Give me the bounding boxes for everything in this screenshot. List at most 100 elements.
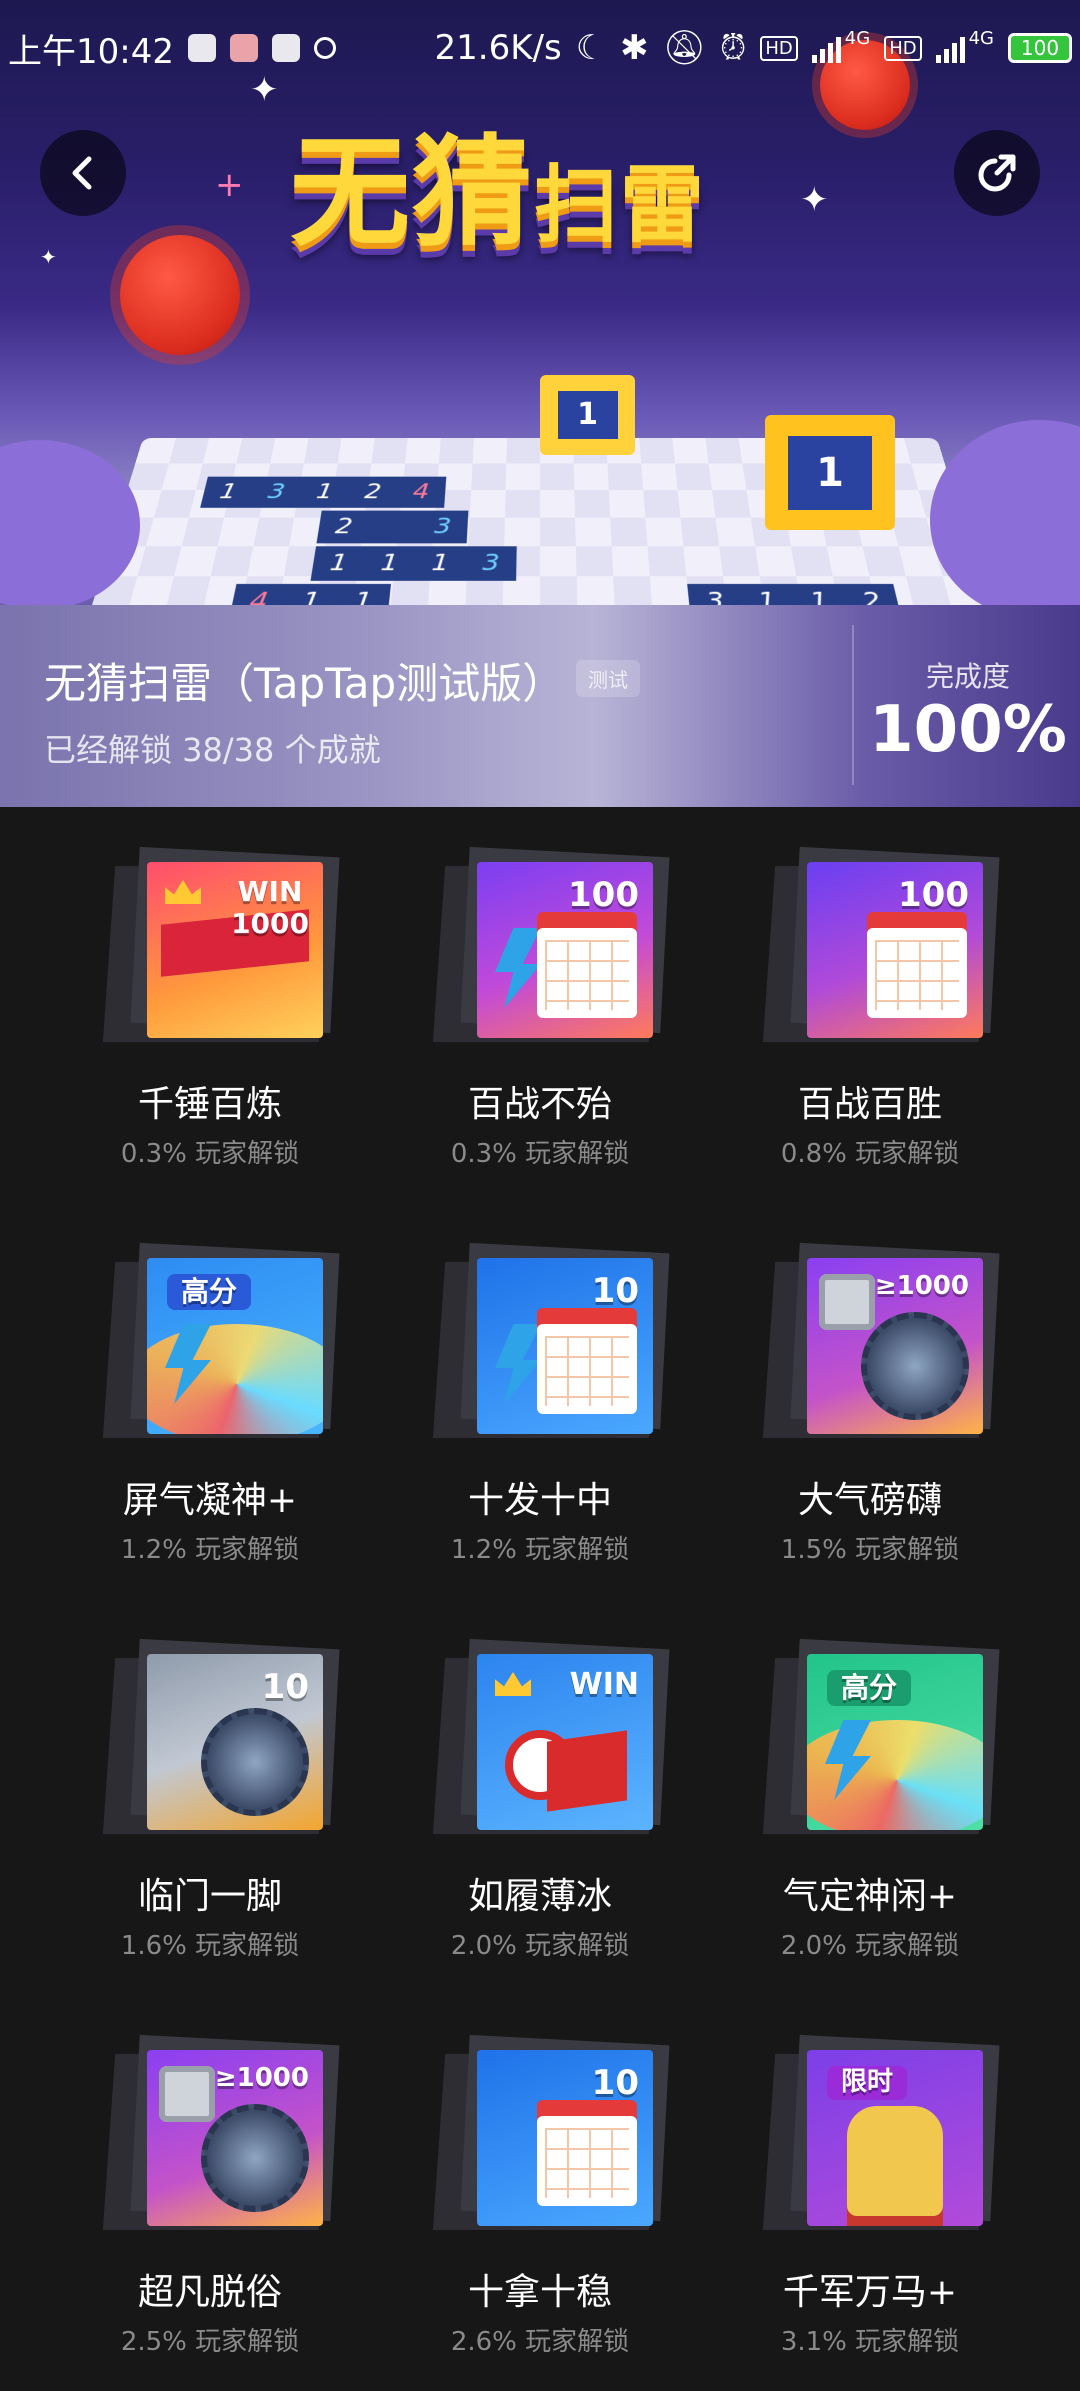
achievement-title: 百战不殆 xyxy=(467,1084,612,1125)
spike-icon xyxy=(861,1312,969,1420)
achievement-badge-stack: ≥1000 xyxy=(102,2034,345,2230)
divider xyxy=(852,625,854,785)
achievement-card[interactable]: WIN 1000 千锤百炼 0.3% 玩家解锁 xyxy=(45,807,375,1203)
achievement-unlock-rate: 0.3% 玩家解锁 xyxy=(450,1139,630,1169)
game-banner: 上午10:42 21.6K/s ☾ ✱ 🔕︎ ⏰︎ HD 4G HD 4G 10… xyxy=(0,0,1080,807)
achievement-card[interactable]: 高分气定神闲+ 2.0% 玩家解锁 xyxy=(705,1599,1035,1995)
wave-icon xyxy=(147,1324,323,1434)
achievement-title: 千锤百炼 xyxy=(137,1084,282,1125)
achievement-badge-icon: 高分 xyxy=(807,1654,983,1830)
achievement-title: 大气磅礴 xyxy=(797,1480,942,1521)
status-time: 上午10:42 xyxy=(8,31,174,72)
achievement-badge-icon: WIN 1000 xyxy=(147,862,323,1038)
badge-label: ≥1000 xyxy=(214,2063,309,2093)
achievement-badge-icon: WIN xyxy=(477,1654,653,1830)
game-info-panel: 无猜扫雷（TapTap测试版） 测试 已经解锁 38/38 个成就 完成度 10… xyxy=(0,605,1080,807)
badge-label: 限时 xyxy=(827,2066,908,2100)
achievement-badge-stack: 10 xyxy=(102,1638,345,1834)
achievement-card[interactable]: WIN 如履薄冰 2.0% 玩家解锁 xyxy=(375,1599,705,1995)
bolt-icon xyxy=(495,1324,541,1404)
battery-icon: 100 xyxy=(1008,33,1072,63)
badge-label: 100 xyxy=(898,875,969,915)
spike-icon xyxy=(201,2104,309,2212)
sparkle-icon: ✦ xyxy=(800,180,829,220)
status-bar: 上午10:42 21.6K/s ☾ ✱ 🔕︎ ⏰︎ HD 4G HD 4G 10… xyxy=(0,0,1080,96)
share-button[interactable] xyxy=(954,130,1040,216)
alarm-icon: ⏰︎ xyxy=(719,28,747,68)
badge-label: WIN xyxy=(569,1667,639,1702)
achievement-unlock-rate: 0.3% 玩家解锁 xyxy=(120,1139,300,1169)
achievement-badge-icon: 10 xyxy=(477,1258,653,1434)
signal-icon-2 xyxy=(935,33,965,63)
achievement-badge-stack: 10 xyxy=(432,2034,675,2230)
badge-label: WIN 1000 xyxy=(231,875,309,941)
achievement-card[interactable]: 限时 千军万马+ 3.1% 玩家解锁 xyxy=(705,1995,1035,2391)
crown-icon xyxy=(495,1672,531,1696)
badge-label: 高分 xyxy=(827,1670,912,1707)
cal-icon xyxy=(537,928,637,1018)
achievement-title: 临门一脚 xyxy=(137,1876,282,1917)
network-speed: 21.6K/s xyxy=(434,28,562,68)
unlocked-summary: 已经解锁 38/38 个成就 xyxy=(44,731,381,769)
wave-icon xyxy=(807,1720,983,1830)
achievement-card[interactable]: 10 十发十中 1.2% 玩家解锁 xyxy=(375,1203,705,1599)
highlighted-tile: 1 xyxy=(765,415,895,530)
achievement-badge-icon: 100 xyxy=(477,862,653,1038)
chevron-left-icon xyxy=(72,156,92,190)
achievement-badge-stack: ≥1000 xyxy=(762,1242,1005,1438)
knight-icon xyxy=(847,2106,943,2216)
share-icon xyxy=(978,154,1016,192)
achievement-card[interactable]: ≥1000 超凡脱俗 2.5% 玩家解锁 xyxy=(45,1995,375,2391)
back-button[interactable] xyxy=(40,130,126,216)
achievement-badge-icon: 高分 xyxy=(147,1258,323,1434)
highlighted-tile: 1 xyxy=(540,375,635,455)
achievement-title: 气定神闲+ xyxy=(782,1876,958,1917)
achievement-title: 百战百胜 xyxy=(797,1084,942,1125)
moon-icon: ☾ xyxy=(575,28,607,68)
achievement-card[interactable]: 100 百战百胜 0.8% 玩家解锁 xyxy=(705,807,1035,1203)
sparkle-icon: ✦ xyxy=(40,245,57,269)
cal-icon xyxy=(537,1324,637,1414)
banner-game-title: 无猜扫雷 xyxy=(290,95,706,269)
achievement-card[interactable]: 10 十拿十稳 2.6% 玩家解锁 xyxy=(375,1995,705,2391)
tile-icon xyxy=(819,1274,875,1330)
board-row: 13124 xyxy=(200,476,447,508)
cal-icon xyxy=(867,928,967,1018)
bolt-icon xyxy=(495,928,541,1008)
board-row: 1113 xyxy=(310,546,517,581)
badge-label: 10 xyxy=(591,1271,639,1311)
achievement-unlock-rate: 2.0% 玩家解锁 xyxy=(780,1931,960,1961)
spike-icon xyxy=(201,1708,309,1816)
achievement-badge-icon: ≥1000 xyxy=(807,1258,983,1434)
sparkle-icon: + xyxy=(215,165,244,205)
achievement-unlock-rate: 2.0% 玩家解锁 xyxy=(450,1931,630,1961)
achievement-card[interactable]: 100 百战不殆 0.3% 玩家解锁 xyxy=(375,807,705,1203)
flag-icon xyxy=(547,1730,627,1812)
cal-icon xyxy=(537,2116,637,2206)
achievement-badge-stack: 10 xyxy=(432,1242,675,1438)
achievement-unlock-rate: 1.5% 玩家解锁 xyxy=(780,1535,960,1565)
app-notification-icon xyxy=(229,34,258,62)
achievement-grid: WIN 1000 千锤百炼 0.3% 玩家解锁 100 百战不殆 0.3% 玩家解锁 100… xyxy=(0,807,1080,2391)
achievement-card[interactable]: ≥1000 大气磅礴 1.5% 玩家解锁 xyxy=(705,1203,1035,1599)
test-tag: 测试 xyxy=(576,660,640,697)
badge-label: 高分 xyxy=(167,1274,252,1311)
network-type-1: 4G xyxy=(844,28,871,49)
achievement-badge-icon: 限时 xyxy=(807,2050,983,2226)
achievement-badge-icon: 10 xyxy=(477,2050,653,2226)
achievement-badge-stack: WIN 1000 xyxy=(102,846,345,1042)
hd-badge-1: HD xyxy=(760,35,798,61)
board-row: 2 3 xyxy=(316,510,469,544)
badge-label: 10 xyxy=(591,2063,639,2103)
achievement-badge-stack: WIN xyxy=(432,1638,675,1834)
bluetooth-icon: ✱ xyxy=(620,28,649,68)
achievement-badge-icon: ≥1000 xyxy=(147,2050,323,2226)
achievement-card[interactable]: 高分 屏气凝神+ 1.2% 玩家解锁 xyxy=(45,1203,375,1599)
sun-decoration xyxy=(120,235,240,355)
notification-icon xyxy=(187,34,216,62)
game-name: 无猜扫雷（TapTap测试版） xyxy=(44,659,565,708)
network-type-2: 4G xyxy=(968,28,994,49)
mute-bell-icon: 🔕︎ xyxy=(662,28,706,68)
achievement-card[interactable]: 10 临门一脚 1.6% 玩家解锁 xyxy=(45,1599,375,1995)
achievement-title: 屏气凝神+ xyxy=(122,1480,298,1521)
